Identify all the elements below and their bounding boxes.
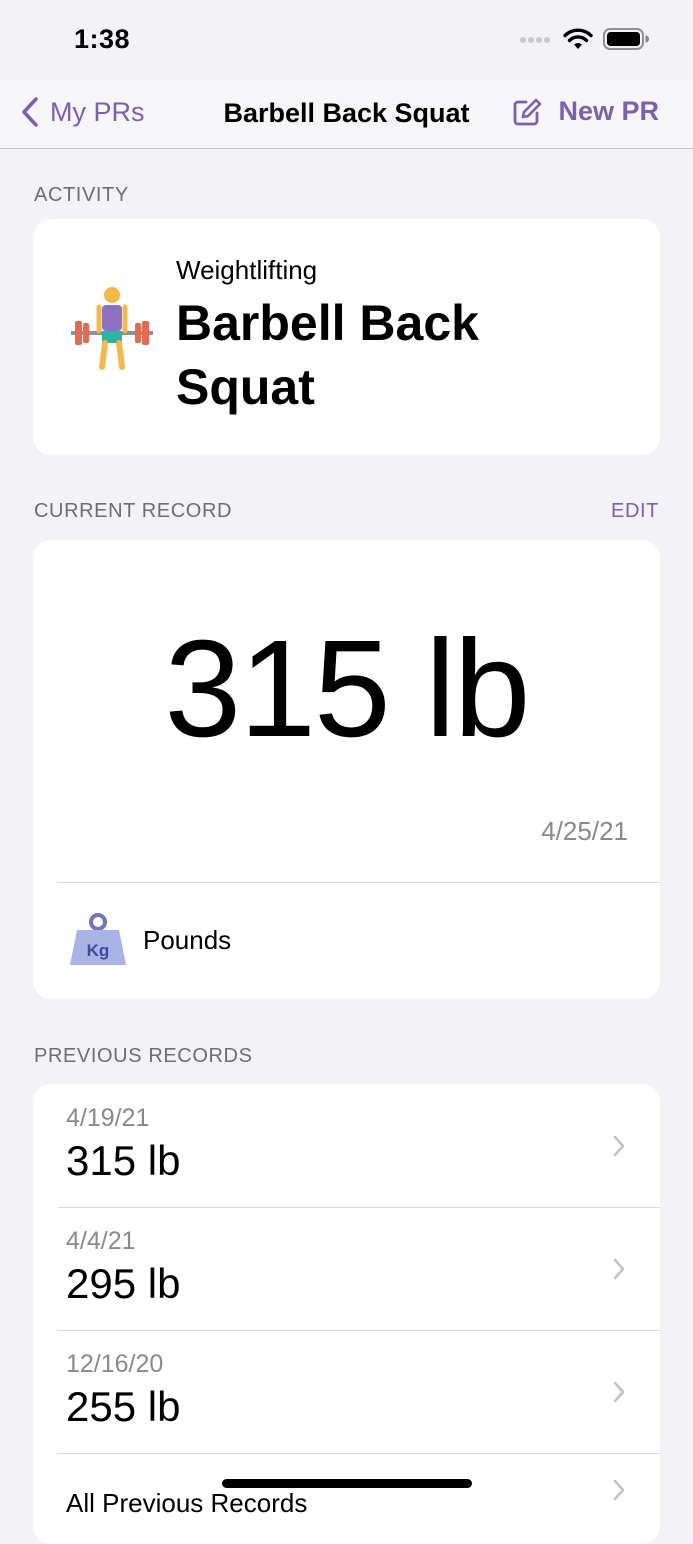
chevron-right-icon bbox=[613, 1258, 625, 1280]
home-indicator[interactable] bbox=[222, 1479, 472, 1488]
wifi-icon bbox=[563, 28, 593, 49]
all-previous-records-label: All Previous Records bbox=[66, 1488, 308, 1518]
chevron-right-icon bbox=[613, 1381, 625, 1403]
current-record-card: 315 lb 4/25/21 Kg Pounds bbox=[33, 540, 660, 999]
previous-record-row[interactable]: 4/19/21 315 lb bbox=[33, 1084, 660, 1207]
navigation-bar: My PRs Barbell Back Squat New PR bbox=[0, 80, 693, 149]
weightlifter-icon bbox=[71, 287, 153, 370]
compose-icon bbox=[514, 98, 542, 125]
new-pr-label: New PR bbox=[558, 96, 659, 126]
chevron-right-icon bbox=[613, 1479, 625, 1501]
unit-icon-text: Kg bbox=[87, 941, 110, 960]
unit-row[interactable]: Kg Pounds bbox=[33, 883, 660, 999]
all-previous-records-row[interactable]: All Previous Records bbox=[33, 1454, 660, 1544]
record-date: 4/4/21 bbox=[66, 1227, 136, 1255]
status-time: 1:38 bbox=[74, 24, 131, 54]
previous-records-section-header: PREVIOUS RECORDS bbox=[34, 1045, 253, 1067]
weight-kg-icon: Kg bbox=[70, 913, 126, 965]
unit-label: Pounds bbox=[143, 925, 232, 955]
record-value: 255 lb bbox=[66, 1383, 181, 1430]
previous-records-card: 4/19/21 315 lb 4/4/21 295 lb 12/16/20 25… bbox=[33, 1084, 660, 1544]
battery-icon bbox=[603, 28, 649, 50]
record-value: 295 lb bbox=[66, 1260, 181, 1307]
new-pr-button[interactable]: New PR bbox=[512, 96, 659, 127]
activity-category: Weightlifting bbox=[176, 255, 318, 285]
previous-record-row[interactable]: 4/4/21 295 lb bbox=[33, 1207, 660, 1330]
current-record-value: 315 lb bbox=[164, 612, 531, 766]
activity-section-header: ACTIVITY bbox=[34, 184, 129, 206]
status-icons bbox=[519, 27, 649, 51]
current-record-section-header: CURRENT RECORD bbox=[34, 500, 233, 522]
record-value: 315 lb bbox=[66, 1137, 181, 1184]
cellular-signal-icon bbox=[520, 37, 550, 43]
record-date: 12/16/20 bbox=[66, 1350, 164, 1378]
status-bar: 1:38 bbox=[0, 0, 693, 80]
activity-name: Barbell Back Squat bbox=[176, 295, 479, 415]
chevron-right-icon bbox=[613, 1135, 625, 1157]
edit-button[interactable]: EDIT bbox=[611, 500, 659, 523]
previous-record-row[interactable]: 12/16/20 255 lb bbox=[33, 1330, 660, 1453]
activity-card: Weightlifting Barbell Back Squat bbox=[33, 219, 660, 455]
record-date: 4/19/21 bbox=[66, 1104, 150, 1132]
current-record-date: 4/25/21 bbox=[541, 816, 628, 846]
